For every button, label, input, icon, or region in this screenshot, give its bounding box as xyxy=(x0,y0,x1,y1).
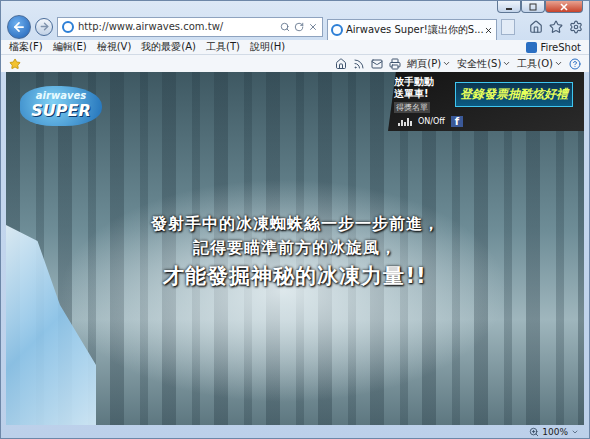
message-line: 記得要瞄準前方的冰旋風， xyxy=(193,238,397,259)
title-bar xyxy=(1,1,589,13)
logo-bottom-text: SUPER xyxy=(31,101,91,120)
message-line: 才能發掘神秘的冰凍力量!! xyxy=(163,262,426,290)
command-item[interactable]: 網頁(P) xyxy=(407,57,451,71)
help-icon[interactable] xyxy=(569,58,581,70)
sound-bars-icon xyxy=(398,118,412,126)
zoom-icon[interactable] xyxy=(529,427,539,437)
intro-message: 發射手中的冰凍蜘蛛絲一步一步前進， 記得要瞄準前方的冰旋風， 才能發掘神秘的冰凍力量… xyxy=(151,214,440,290)
message-line: 發射手中的冰凍蜘蛛絲一步一步前進， xyxy=(151,214,440,235)
promo-banner[interactable]: 放手動動送單車! 得獎名單 登錄發票抽酷炫好禮 ON/Off f xyxy=(388,72,584,131)
tab-page-icon xyxy=(331,24,343,36)
promo-line: 送單車! xyxy=(394,88,429,100)
dropdown-arrow-icon xyxy=(554,59,563,68)
command-item[interactable]: 工具(O) xyxy=(517,57,563,71)
printer-icon[interactable] xyxy=(389,58,401,70)
promo-left: 放手動動送單車! 得獎名單 xyxy=(394,76,450,113)
forward-arrow-icon xyxy=(39,21,50,32)
promo-line: 放手動動 xyxy=(394,76,434,88)
web-page: airwavesSUPER 放手動動送單車! 得獎名單 登錄發票抽酷炫好禮 ON/Off… xyxy=(6,72,584,425)
stop-icon[interactable] xyxy=(308,22,318,32)
favorites-star-icon[interactable] xyxy=(549,20,563,34)
browser-window: http://www.airwaves.com.tw/Airwaves Supe… xyxy=(0,0,590,439)
address-bar[interactable]: http://www.airwaves.com.tw/ xyxy=(57,17,323,37)
maximize-icon xyxy=(528,3,538,11)
tab-label: Airwaves Super!讓出你的S... xyxy=(346,23,481,37)
forward-button[interactable] xyxy=(35,18,53,36)
back-button[interactable] xyxy=(7,15,31,39)
mail-icon[interactable] xyxy=(371,58,383,70)
addon-button[interactable]: FireShot xyxy=(526,42,581,53)
gear-icon[interactable] xyxy=(569,20,583,34)
command-item[interactable]: 安全性(S) xyxy=(457,57,511,71)
search-icon[interactable] xyxy=(280,22,290,32)
minimize-icon xyxy=(504,3,514,11)
address-url[interactable]: http://www.airwaves.com.tw/ xyxy=(78,21,276,32)
command-bar: 網頁(P) 安全性(S) 工具(O) xyxy=(1,55,589,72)
menu-item[interactable]: 工具(T) xyxy=(206,40,240,54)
ie-page-icon xyxy=(62,21,74,33)
dropdown-arrow-icon xyxy=(442,59,451,68)
menu-item[interactable]: 我的最愛(A) xyxy=(141,40,196,54)
tab-close-icon[interactable] xyxy=(484,26,493,35)
logo-top-text: airwaves xyxy=(36,90,86,101)
home-icon[interactable] xyxy=(529,20,543,34)
winners-link[interactable]: 得獎名單 xyxy=(394,102,430,113)
promo-top: 放手動動送單車! 得獎名單 登錄發票抽酷炫好禮 xyxy=(394,76,578,113)
home-icon[interactable] xyxy=(335,58,347,70)
menu-item[interactable]: 編輯(E) xyxy=(53,40,87,54)
zoom-level[interactable]: 100% xyxy=(542,427,568,437)
back-arrow-icon xyxy=(12,20,26,34)
status-bar: 100% xyxy=(1,425,589,438)
close-icon xyxy=(559,3,569,11)
refresh-icon[interactable] xyxy=(294,22,304,32)
menu-item[interactable]: 檢視(V) xyxy=(97,40,132,54)
zoom-dropdown-icon[interactable] xyxy=(571,428,579,436)
navigation-bar: http://www.airwaves.com.tw/Airwaves Supe… xyxy=(1,13,589,40)
maximize-button[interactable] xyxy=(521,1,545,13)
promo-headline[interactable]: 登錄發票抽酷炫好禮 xyxy=(455,82,573,107)
menu-item[interactable]: 說明(H) xyxy=(250,40,285,54)
add-favorite-icon[interactable] xyxy=(9,58,21,70)
minimize-button[interactable] xyxy=(497,1,521,13)
feed-icon[interactable] xyxy=(353,58,365,70)
browser-icons xyxy=(519,20,583,34)
ice-block xyxy=(6,225,96,425)
promo-bottom: ON/Off f xyxy=(394,116,578,127)
browser-tab[interactable]: Airwaves Super!讓出你的S... xyxy=(327,19,497,40)
new-tab-button[interactable] xyxy=(501,19,515,35)
dropdown-arrow-icon xyxy=(502,59,511,68)
menu-item[interactable]: 檔案(F) xyxy=(9,40,43,54)
fireshot-icon xyxy=(526,42,537,53)
airwaves-logo[interactable]: airwavesSUPER xyxy=(20,86,102,126)
menu-bar: 檔案(F) 編輯(E) 檢視(V) 我的最愛(A) 工具(T) 說明(H) FireShot xyxy=(1,40,589,55)
close-button[interactable] xyxy=(545,1,583,13)
sound-toggle[interactable]: ON/Off xyxy=(418,117,445,126)
facebook-button[interactable]: f xyxy=(451,116,463,127)
